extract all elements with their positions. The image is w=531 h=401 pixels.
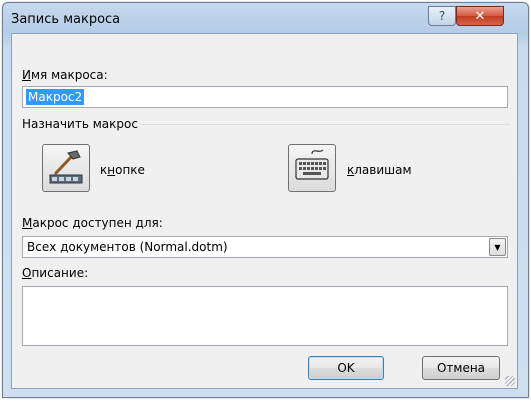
- macro-name-input[interactable]: Макрос2: [22, 86, 508, 108]
- store-macro-select[interactable]: Всех документов (Normal.dotm) ▼: [22, 236, 508, 258]
- dialog-title: Запись макроса: [11, 12, 121, 27]
- close-button[interactable]: ✕: [456, 6, 504, 26]
- dropdown-arrow-button[interactable]: ▼: [489, 238, 506, 256]
- macro-name-value: Макрос2: [26, 89, 85, 105]
- description-textarea[interactable]: [22, 286, 508, 346]
- keyboard-icon: [293, 148, 331, 189]
- cancel-button[interactable]: Отмена: [422, 356, 500, 380]
- resize-grip[interactable]: [505, 376, 515, 386]
- assign-to-button-label: кнопке: [100, 163, 145, 177]
- description-label: Описание:: [22, 266, 89, 280]
- close-icon: ✕: [474, 8, 486, 24]
- group-divider: [140, 124, 510, 125]
- record-macro-dialog: Запись макроса ? ✕ Имя макроса: Макрос2 …: [2, 2, 529, 398]
- assign-to-keyboard-label: клавишам: [347, 163, 412, 177]
- assign-macro-label: Назначить макрос: [22, 117, 138, 131]
- store-macro-selected: Всех документов (Normal.dotm): [27, 240, 228, 254]
- assign-to-keyboard-button[interactable]: [288, 144, 336, 192]
- macro-name-label: Имя макроса:: [22, 68, 108, 82]
- hammer-toolbar-icon: [47, 148, 85, 189]
- assign-to-button-button[interactable]: [42, 144, 90, 192]
- help-icon: ?: [438, 9, 446, 23]
- store-macro-label: Макрос доступен для:: [22, 216, 163, 230]
- help-button[interactable]: ?: [428, 6, 456, 26]
- chevron-down-icon: ▼: [494, 242, 501, 252]
- ok-button[interactable]: OK: [308, 356, 384, 380]
- dialog-client-area: Имя макроса: Макрос2 Назначить макрос кн…: [11, 33, 518, 389]
